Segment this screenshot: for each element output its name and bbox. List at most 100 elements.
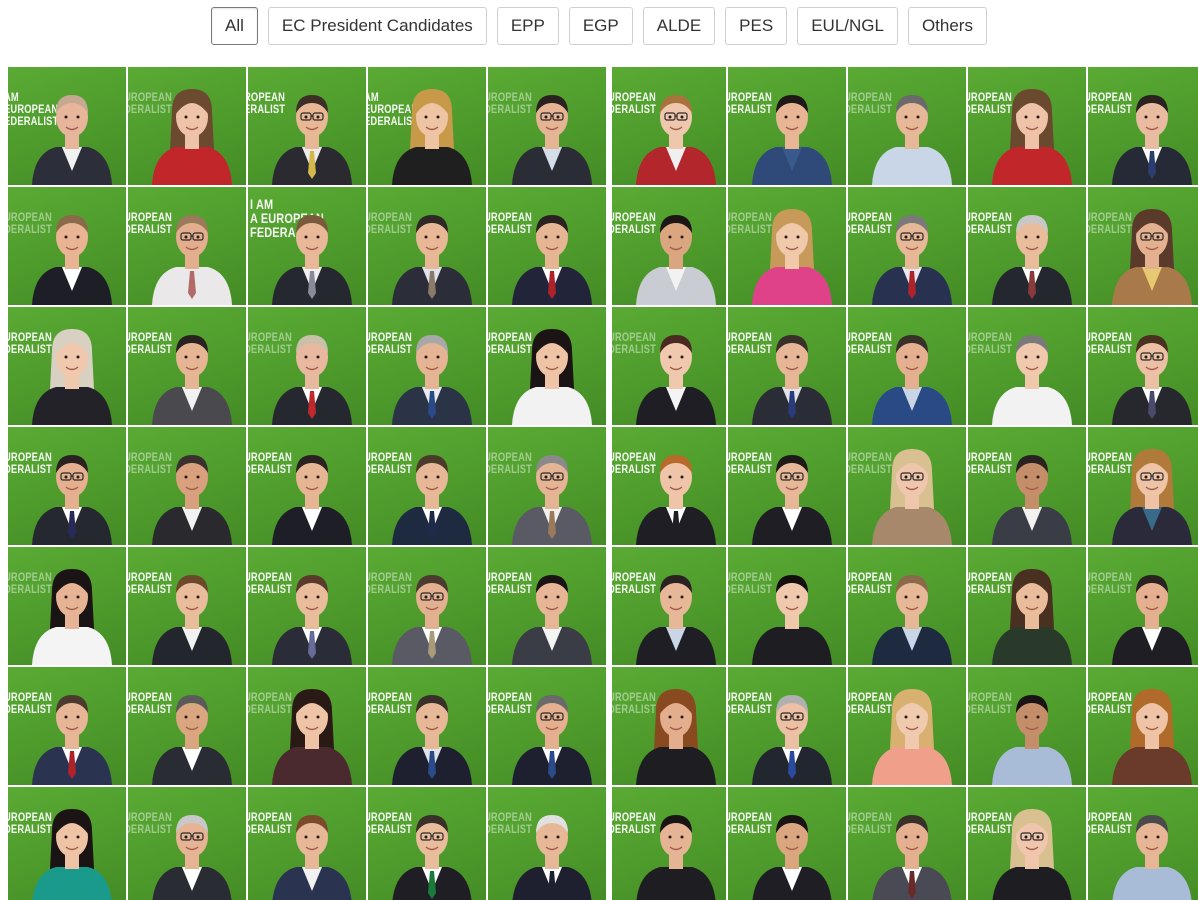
candidate-tile[interactable]: UROPEAN DERALIST [968,67,1086,185]
candidate-tile[interactable]: UROPEAN DERALIST [368,667,486,785]
candidate-tile[interactable]: UROPEAN DERALIST [1088,547,1198,665]
candidate-tile[interactable]: UROPEAN DERALIST [8,787,126,900]
candidate-portrait [152,89,232,185]
candidate-tile[interactable]: UROPEAN DERALIST [612,667,726,785]
candidate-tile[interactable]: UROPEAN DERALIST [488,187,606,305]
candidate-portrait [752,695,832,785]
candidate-tile[interactable]: UROPEAN DERALIST [248,547,366,665]
candidate-portrait [152,575,232,665]
candidate-tile[interactable]: UROPEAN DERALIST [612,547,726,665]
candidate-tile[interactable]: UROPEAN DERALIST [488,427,606,545]
candidate-tile[interactable]: UROPEAN DERALIST [368,427,486,545]
candidate-tile[interactable]: UROPEAN DERALIST [8,667,126,785]
candidate-tile[interactable]: UROPEAN DERALIST [848,787,966,900]
candidate-portrait [872,815,952,900]
candidate-portrait [872,95,952,185]
filter-button-others[interactable]: Others [907,7,987,45]
candidate-tile[interactable]: UROPEAN DERALIST [248,307,366,425]
candidate-tile[interactable]: UROPEAN DERALIST [1088,307,1198,425]
candidate-tile[interactable]: UROPEAN DERALIST [848,547,966,665]
candidate-tile[interactable]: UROPEAN DERALIST [968,667,1086,785]
candidate-tile[interactable]: UROPEAN DERALIST [1088,67,1198,185]
candidate-tile[interactable]: UROPEAN DERALIST [128,667,246,785]
candidate-portrait [512,815,592,900]
candidate-tile[interactable]: UROPEAN DERALIST [8,187,126,305]
filter-button-ec-president-candidates[interactable]: EC President Candidates [267,7,487,45]
filter-button-pes[interactable]: PES [725,7,788,45]
candidate-portrait [992,569,1072,665]
candidate-tile[interactable]: UROPEAN DERALIST [968,307,1086,425]
candidate-portrait [992,809,1072,900]
candidate-tile[interactable]: UROPEAN DERALIST [128,787,246,900]
candidate-portrait [1112,689,1192,785]
candidate-tile[interactable]: UROPEAN DERALIST [368,547,486,665]
candidate-tile[interactable]: UROPEAN DERALIST [612,307,726,425]
candidate-tile[interactable]: UROPEAN DERALIST [1088,187,1198,305]
candidate-tile[interactable]: AM EUROPEAN EDERALIST [8,67,126,185]
candidate-portrait [392,695,472,785]
candidate-portrait [272,95,352,185]
filter-button-epp[interactable]: EPP [496,7,559,45]
candidate-portrait [152,815,232,900]
candidate-portrait [992,695,1072,785]
candidate-portrait [272,335,352,425]
candidate-tile[interactable]: UROPEAN DERALIST [128,547,246,665]
candidate-tile[interactable]: UROPEAN DERALIST [488,787,606,900]
candidate-portrait [392,89,472,185]
candidate-tile[interactable]: UROPEAN DERALIST [8,307,126,425]
filter-button-alde[interactable]: ALDE [642,7,716,45]
candidate-portrait [752,575,832,665]
candidate-tile[interactable]: UROPEAN DERALIST [128,67,246,185]
candidate-tile[interactable]: UROPEAN DERALIST [612,787,726,900]
candidate-tile[interactable]: UROPEAN DERALIST [368,307,486,425]
candidate-tile[interactable]: UROPEAN DERALIST [1088,427,1198,545]
candidate-tile[interactable]: UROPEAN DERALIST [488,667,606,785]
candidate-tile[interactable]: UROPEAN DERALIST [128,307,246,425]
candidate-tile[interactable]: UROPEAN DERALIST [612,187,726,305]
candidate-tile[interactable]: UROPEAN DERALIST [848,307,966,425]
candidate-tile[interactable]: I AM A EUROPEAN FEDERALIST [248,187,366,305]
candidate-tile[interactable]: UROPEAN DERALIST [1088,787,1198,900]
candidate-tile[interactable]: UROPEAN DERALIST [488,307,606,425]
filter-button-all[interactable]: All [211,7,258,45]
candidate-tile[interactable]: UROPEAN DERALIST [728,547,846,665]
candidate-portrait [272,689,352,785]
candidate-portrait [392,815,472,900]
candidate-tile[interactable]: UROPEAN DERALIST [728,187,846,305]
candidate-tile[interactable]: AM EUROPEAN EDERALIST [368,67,486,185]
candidate-tile[interactable]: UROPEAN DERALIST [488,67,606,185]
candidate-tile[interactable]: UROPEAN DERALIST [248,427,366,545]
candidate-tile[interactable]: UROPEAN DERALIST [848,667,966,785]
candidate-tile[interactable]: UROPEAN DERALIST [248,667,366,785]
candidate-tile[interactable]: UROPEAN DERALIST [848,427,966,545]
candidate-tile[interactable]: ROPEAN ERALIST [248,67,366,185]
candidate-tile[interactable]: UROPEAN DERALIST [728,667,846,785]
filter-button-eul-ngl[interactable]: EUL/NGL [797,7,898,45]
candidate-tile[interactable]: UROPEAN DERALIST [728,427,846,545]
candidate-tile[interactable]: UROPEAN DERALIST [128,427,246,545]
candidate-tile[interactable]: UROPEAN DERALIST [248,787,366,900]
candidate-tile[interactable]: UROPEAN DERALIST [728,67,846,185]
candidate-tile[interactable]: UROPEAN DERALIST [8,427,126,545]
candidate-tile[interactable]: UROPEAN DERALIST [968,547,1086,665]
candidate-portrait [512,575,592,665]
candidate-tile[interactable]: UROPEAN DERALIST [848,187,966,305]
candidate-tile[interactable]: UROPEAN DERALIST [728,787,846,900]
filter-button-egp[interactable]: EGP [568,7,633,45]
candidate-tile[interactable]: UROPEAN DERALIST [968,187,1086,305]
candidate-tile[interactable]: UROPEAN DERALIST [968,427,1086,545]
candidate-tile[interactable]: UROPEAN DERALIST [968,787,1086,900]
candidate-tile[interactable]: UROPEAN DERALIST [728,307,846,425]
candidate-tile[interactable]: UROPEAN DERALIST [488,547,606,665]
candidate-portrait [152,335,232,425]
candidate-tile[interactable]: UROPEAN DERALIST [128,187,246,305]
candidate-tile[interactable]: UROPEAN DERALIST [368,787,486,900]
candidate-tile[interactable]: UROPEAN DERALIST [612,427,726,545]
candidate-tile[interactable]: UROPEAN DERALIST [8,547,126,665]
candidate-portrait [992,455,1072,545]
candidate-tile[interactable]: UROPEAN DERALIST [612,67,726,185]
candidate-tile[interactable]: UROPEAN DERALIST [848,67,966,185]
candidate-tile[interactable]: UROPEAN DERALIST [368,187,486,305]
candidate-portrait [272,215,352,305]
candidate-tile[interactable]: UROPEAN DERALIST [1088,667,1198,785]
